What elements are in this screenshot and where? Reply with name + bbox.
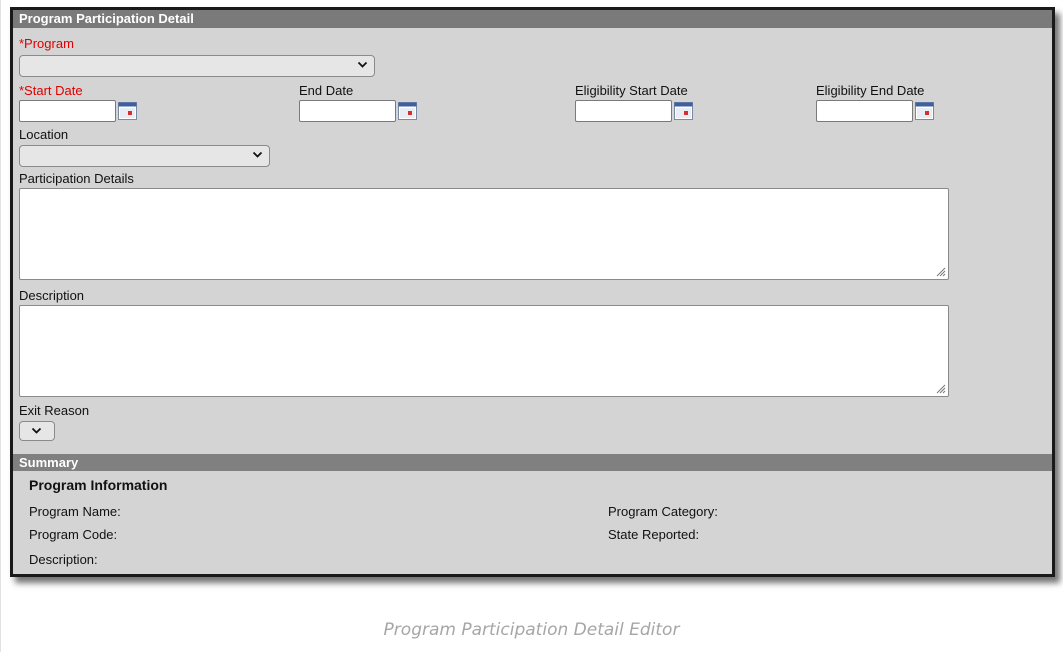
resize-grip-icon[interactable] bbox=[934, 265, 946, 277]
program-participation-detail-panel: Program Participation Detail *Program *S… bbox=[10, 7, 1055, 577]
program-select[interactable] bbox=[19, 55, 375, 77]
calendar-icon[interactable] bbox=[674, 102, 693, 120]
summary-header: Summary bbox=[13, 454, 1052, 471]
calendar-icon[interactable] bbox=[398, 102, 417, 120]
end-date-input[interactable] bbox=[299, 100, 396, 122]
chevron-down-icon bbox=[31, 427, 42, 434]
eligibility-end-date-input[interactable] bbox=[816, 100, 913, 122]
description-textarea[interactable] bbox=[19, 305, 949, 397]
chevron-down-icon bbox=[357, 61, 368, 68]
resize-grip-icon[interactable] bbox=[934, 382, 946, 394]
participation-details-label: Participation Details bbox=[19, 171, 134, 186]
program-information-title: Program Information bbox=[29, 477, 168, 493]
page-edge-line bbox=[0, 0, 1, 652]
detail-header: Program Participation Detail bbox=[13, 10, 1052, 28]
calendar-icon[interactable] bbox=[118, 102, 137, 120]
eligibility-end-date-label: Eligibility End Date bbox=[816, 83, 925, 98]
chevron-down-icon bbox=[252, 151, 263, 158]
eligibility-start-date-label: Eligibility Start Date bbox=[575, 83, 688, 98]
location-label: Location bbox=[19, 127, 69, 142]
location-select[interactable] bbox=[19, 145, 270, 167]
eligibility-start-date-input[interactable] bbox=[575, 100, 672, 122]
start-date-input[interactable] bbox=[19, 100, 116, 122]
state-reported-label: State Reported: bbox=[608, 527, 700, 542]
figure-caption: Program Participation Detail Editor bbox=[383, 620, 680, 640]
program-name-label: Program Name: bbox=[29, 504, 121, 519]
end-date-label: End Date bbox=[299, 83, 354, 98]
program-category-label: Program Category: bbox=[608, 504, 718, 519]
calendar-icon[interactable] bbox=[915, 102, 934, 120]
start-date-label: *Start Date bbox=[19, 83, 83, 98]
description-label: Description bbox=[19, 288, 85, 303]
summary-description-label: Description: bbox=[29, 552, 98, 567]
exit-reason-select[interactable] bbox=[19, 421, 55, 441]
program-label: *Program bbox=[19, 36, 74, 51]
program-code-label: Program Code: bbox=[29, 527, 118, 542]
participation-details-textarea[interactable] bbox=[19, 188, 949, 280]
exit-reason-label: Exit Reason bbox=[19, 403, 90, 418]
